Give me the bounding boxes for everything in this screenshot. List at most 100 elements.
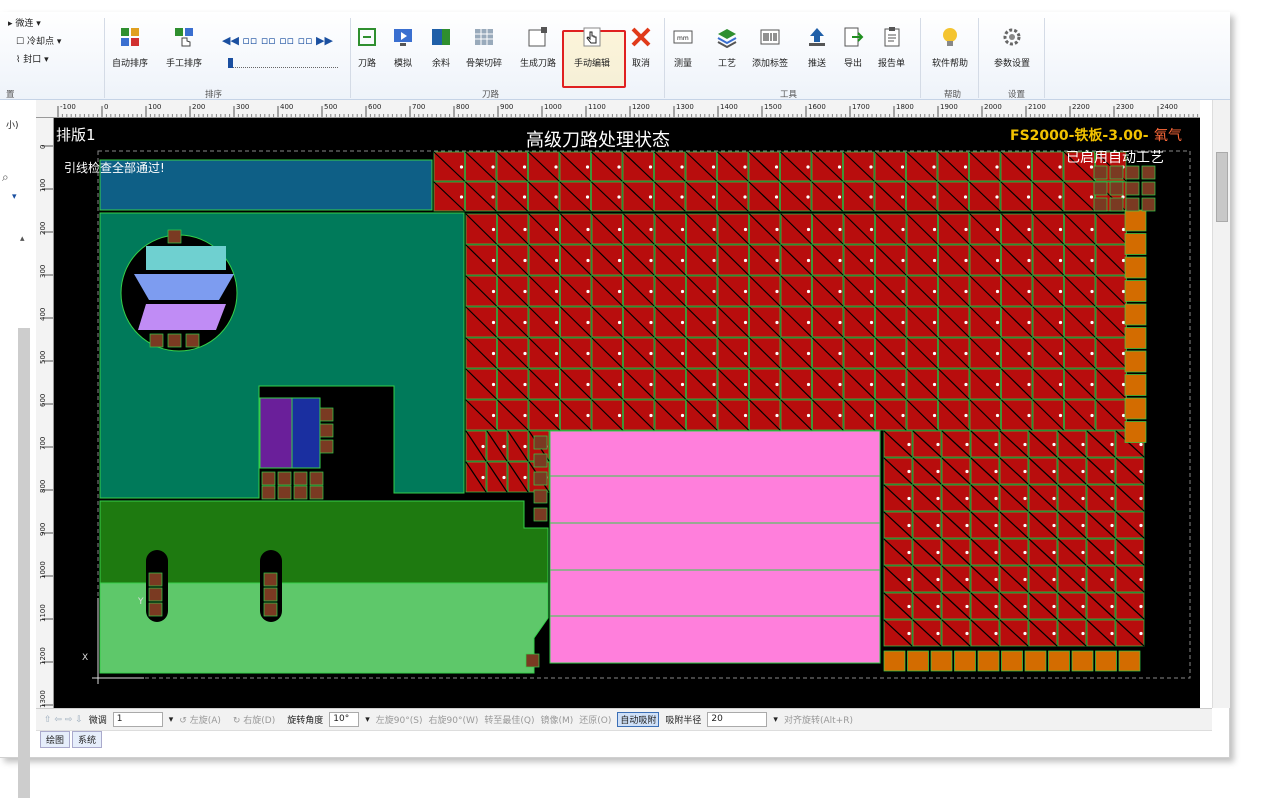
angle-select[interactable]: 10°	[329, 712, 360, 727]
orange-part[interactable]	[1124, 303, 1147, 326]
cancel-button[interactable]: 取消	[630, 20, 652, 82]
brown-part[interactable]	[1093, 197, 1108, 212]
brown-part[interactable]	[148, 587, 163, 602]
part-purple-small[interactable]	[259, 397, 293, 469]
brown-part[interactable]	[1093, 165, 1108, 180]
tab-system[interactable]: 系统	[72, 731, 103, 748]
auto-snap-toggle[interactable]: 自动吸附	[617, 712, 660, 727]
generate-toolpath-button[interactable]: 生成刀路	[520, 20, 556, 82]
measure-button[interactable]: mm 测量	[672, 20, 694, 82]
chevron-down-icon[interactable]: ▾	[365, 715, 370, 725]
snap-radius-input[interactable]: 20	[707, 712, 768, 727]
orange-part[interactable]	[1071, 650, 1094, 672]
orange-part[interactable]	[907, 650, 929, 672]
rotate-left-button[interactable]: ↺ 左旋(A)	[179, 713, 227, 726]
sort-slider[interactable]	[228, 58, 338, 68]
skeleton-cut-button[interactable]: 骨架切碎	[466, 20, 502, 82]
part-cyan-trap[interactable]	[146, 246, 226, 270]
orange-part[interactable]	[1024, 650, 1047, 672]
chevron-down-icon[interactable]: ▾	[773, 715, 778, 725]
push-button[interactable]: 推送	[806, 20, 828, 82]
brown-part[interactable]	[533, 453, 548, 468]
orange-part[interactable]	[1124, 350, 1147, 373]
brown-part[interactable]	[533, 471, 548, 486]
brown-part[interactable]	[1141, 181, 1156, 196]
brown-part[interactable]	[525, 653, 540, 668]
brown-part[interactable]	[263, 587, 278, 602]
brown-part[interactable]	[185, 333, 200, 348]
brown-part[interactable]	[1109, 181, 1124, 196]
auto-sort-button[interactable]: 自动排序	[112, 20, 148, 82]
brown-part[interactable]	[293, 485, 308, 500]
manual-sort-button[interactable]: 手工排序	[166, 20, 202, 82]
brown-part[interactable]	[1125, 181, 1140, 196]
brown-part[interactable]	[263, 602, 278, 617]
sort-nav-controls[interactable]: ◀◀ ▫▫ ▫▫ ▫▫ ▫▫ ▶▶	[222, 34, 333, 47]
brown-part[interactable]	[1125, 165, 1140, 180]
brown-part[interactable]	[149, 333, 164, 348]
orange-part[interactable]	[1124, 209, 1147, 232]
cooling-point-item[interactable]: ☐ 冷却点 ▾	[16, 34, 61, 47]
align-rotate-button[interactable]: 对齐旋转(Alt+R)	[784, 713, 853, 726]
orange-part[interactable]	[954, 650, 976, 672]
simulate-button[interactable]: 模拟	[392, 20, 414, 82]
tab-drawing[interactable]: 绘图	[40, 731, 71, 748]
brown-part[interactable]	[293, 471, 308, 486]
orange-part[interactable]	[930, 650, 953, 672]
export-button[interactable]: 导出	[842, 20, 864, 82]
seal-item[interactable]: ⌇ 封口 ▾	[16, 52, 49, 65]
canvas-vertical-scrollbar[interactable]	[1212, 100, 1230, 708]
nesting-canvas[interactable]: X Y 排版1 高级刀路处理状态 引线检查全部通过! FS2000-铁板-3.0…	[54, 118, 1200, 708]
brown-part[interactable]	[167, 229, 182, 244]
orange-part[interactable]	[1118, 650, 1141, 672]
chevron-down-icon[interactable]: ▾	[169, 715, 174, 725]
brown-part[interactable]	[309, 471, 324, 486]
orange-part[interactable]	[1048, 650, 1070, 672]
mirror-button[interactable]: 镜像(M)	[540, 713, 573, 726]
micro-joint-item[interactable]: ▸ 微连 ▾	[8, 16, 41, 29]
part-purple-trap[interactable]	[138, 304, 226, 330]
chevron-down-icon[interactable]: ▾	[12, 192, 17, 202]
scrollbar-thumb[interactable]	[1216, 152, 1228, 222]
brown-part[interactable]	[1093, 181, 1108, 196]
orange-part[interactable]	[883, 650, 906, 672]
brown-part[interactable]	[277, 471, 292, 486]
orange-part[interactable]	[1124, 421, 1147, 443]
part-pink[interactable]	[549, 430, 881, 664]
restore-button[interactable]: 还原(O)	[579, 713, 611, 726]
brown-part[interactable]	[533, 489, 548, 504]
brown-part[interactable]	[1141, 197, 1156, 212]
brown-part[interactable]	[167, 333, 182, 348]
search-icon[interactable]: ⌕	[2, 170, 9, 185]
orange-part[interactable]	[1124, 374, 1147, 396]
rotate-right-90-button[interactable]: 右旋90°(W)	[429, 713, 479, 726]
brown-part[interactable]	[319, 423, 334, 438]
rotate-left-90-button[interactable]: 左旋90°(S)	[376, 713, 423, 726]
nesting-drawing[interactable]: X Y 排版1 高级刀路处理状态 引线检查全部通过! FS2000-铁板-3.0…	[54, 118, 1200, 708]
fine-tune-input[interactable]: 1	[112, 712, 163, 727]
chevron-up-icon[interactable]: ▴	[20, 234, 25, 244]
brown-part[interactable]	[261, 471, 276, 486]
brown-part[interactable]	[319, 407, 334, 422]
report-button[interactable]: 报告单	[878, 20, 905, 82]
toolpath-button[interactable]: 刀路	[356, 20, 378, 82]
orange-part[interactable]	[1124, 397, 1147, 420]
brown-part[interactable]	[1141, 165, 1156, 180]
brown-part[interactable]	[309, 485, 324, 500]
brown-part[interactable]	[533, 507, 548, 522]
orange-part[interactable]	[977, 650, 1000, 672]
brown-part[interactable]	[1109, 165, 1124, 180]
brown-part[interactable]	[1109, 197, 1124, 212]
brown-part[interactable]	[533, 435, 548, 450]
arrow-nav-icons[interactable]: ⇧ ⇦ ⇨ ⇩	[44, 715, 83, 725]
brown-part[interactable]	[1125, 197, 1140, 212]
remnant-button[interactable]: 余料	[430, 20, 452, 82]
orange-part[interactable]	[1124, 280, 1147, 302]
manual-edit-button[interactable]: 手动编辑	[574, 20, 610, 82]
settings-button[interactable]: 参数设置	[994, 20, 1030, 82]
brown-part[interactable]	[319, 439, 334, 454]
brown-part[interactable]	[263, 572, 278, 587]
software-help-button[interactable]: 软件帮助	[932, 20, 968, 82]
orange-part[interactable]	[1124, 327, 1147, 349]
orange-part[interactable]	[1001, 650, 1023, 672]
